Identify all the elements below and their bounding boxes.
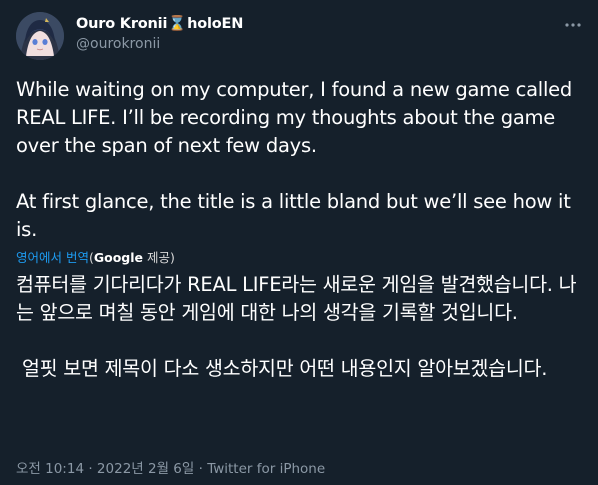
- tweet-meta: 오전 10:14 · 2022년 2월 6일 · Twitter for iPh…: [16, 457, 325, 477]
- more-button[interactable]: [560, 12, 586, 38]
- tweet-time[interactable]: 오전 10:14: [16, 461, 84, 477]
- meta-separator: ·: [194, 461, 208, 477]
- more-horizontal-icon: [565, 23, 581, 27]
- tweet-source[interactable]: Twitter for iPhone: [207, 461, 325, 477]
- author-name-text[interactable]: Ouro Kronii: [76, 16, 167, 32]
- tweet-date[interactable]: 2022년 2월 6일: [97, 461, 194, 477]
- translate-suffix: 제공): [143, 250, 175, 265]
- author-name-suffix[interactable]: holoEN: [187, 16, 243, 32]
- tweet-text-english: While waiting on my computer, I found a …: [16, 78, 572, 241]
- google-label: Google: [93, 250, 144, 265]
- avatar[interactable]: [16, 12, 64, 60]
- avatar-image: [16, 12, 64, 60]
- author-name[interactable]: Ouro Kronii⌛holoEN: [76, 15, 243, 32]
- translation-attribution: 영어에서 번역(Google 제공): [16, 247, 175, 266]
- hourglass-icon: ⌛: [168, 16, 187, 32]
- tweet-text-korean: 컴퓨터를 기다리다가 REAL LIFE라는 새로운 게임을 발견했습니다. 나…: [16, 273, 577, 380]
- translate-link[interactable]: 영어에서 번역: [16, 250, 89, 265]
- author-handle[interactable]: @ourokronii: [76, 36, 160, 52]
- meta-separator: ·: [84, 461, 97, 477]
